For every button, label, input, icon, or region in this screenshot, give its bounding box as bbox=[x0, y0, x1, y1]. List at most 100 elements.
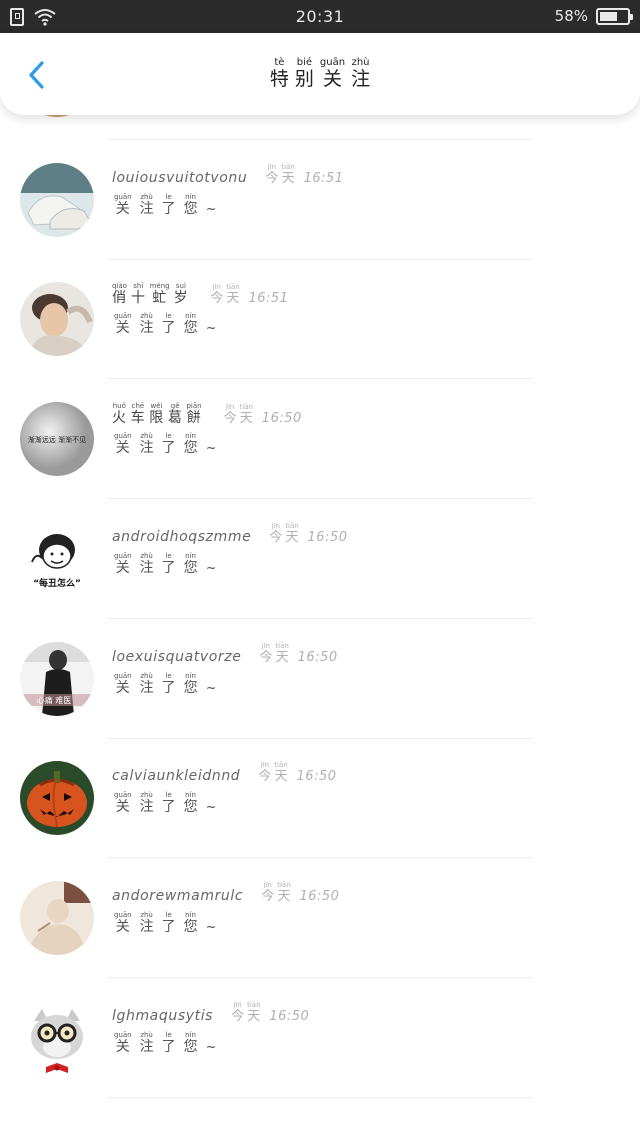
today-char: 天tiān bbox=[239, 403, 253, 426]
list-item[interactable]: louiousvuitotvonu 今jīn天tiān 16:51 关guān 注zhù… bbox=[0, 149, 640, 269]
name-line: loexuisquatvorze 今jīn天tiān 16:50 bbox=[112, 642, 338, 665]
username-char: 车chē bbox=[130, 402, 146, 426]
username[interactable]: 火huǒ车chē限wěi葛gě餅piān bbox=[112, 402, 206, 427]
today-char: 今jīn bbox=[269, 522, 283, 545]
notice-char: 关guān bbox=[114, 911, 132, 935]
tilde: ~ bbox=[205, 800, 217, 815]
list-item[interactable]: lghmaqusytis 今jīn天tiān 16:50 关guān 注zhù 了le 您n… bbox=[0, 987, 640, 1107]
notice-char: 您nín bbox=[183, 672, 198, 696]
time-value: 16:50 bbox=[269, 1009, 310, 1024]
notice-char: 注zhù bbox=[139, 312, 154, 336]
timestamp: 今jīn天tiān 16:51 bbox=[265, 163, 343, 186]
tilde: ~ bbox=[205, 1040, 217, 1055]
page-title: 特tè别bié关guān注zhù bbox=[0, 57, 640, 91]
title-char: 注zhù bbox=[351, 57, 371, 90]
timestamp: 今jīn天tiān 16:51 bbox=[210, 283, 288, 306]
divider bbox=[108, 378, 532, 379]
timestamp: 今jīn天tiān 16:50 bbox=[259, 642, 337, 665]
divider bbox=[108, 1097, 532, 1098]
today-char: 今jīn bbox=[210, 283, 224, 306]
time-value: 16:51 bbox=[248, 291, 289, 306]
tilde: ~ bbox=[205, 202, 217, 217]
username[interactable]: louiousvuitotvonu bbox=[112, 170, 247, 186]
avatar[interactable]: 渐渐远远 渐渐不见 bbox=[20, 402, 94, 476]
svg-text:渐渐远远 渐渐不见: 渐渐远远 渐渐不见 bbox=[28, 435, 86, 444]
avatar[interactable]: 心痛 难医 bbox=[20, 642, 94, 716]
today-char: 天tiān bbox=[275, 642, 289, 665]
notice-char: 注zhù bbox=[139, 911, 154, 935]
notice-char: 您nín bbox=[183, 312, 198, 336]
time-value: 16:50 bbox=[299, 889, 340, 904]
username-char: 十shí bbox=[130, 282, 146, 306]
username-char: 俏qiào bbox=[112, 282, 127, 306]
tilde: ~ bbox=[205, 681, 217, 696]
notice-char: 您nín bbox=[183, 911, 198, 935]
notice-char: 关guān bbox=[114, 791, 132, 815]
notice-char: 注zhù bbox=[139, 672, 154, 696]
notice-char: 关guān bbox=[114, 432, 132, 456]
title-char: 别bié bbox=[294, 57, 314, 90]
list-item[interactable]: andorewmamrulc 今jīn天tiān 16:50 关guān 注zhù 了le… bbox=[0, 867, 640, 987]
follow-notice: 关guān 注zhù 了le 您nín ~ bbox=[114, 193, 217, 218]
list-item[interactable]: 心痛 难医 loexuisquatvorze 今jīn天tiān 16:50 关guān… bbox=[0, 628, 640, 748]
avatar[interactable] bbox=[20, 761, 94, 835]
name-line: 俏qiào十shí虻méng岁suì 今jīn天tiān 16:51 bbox=[112, 282, 288, 307]
notice-char: 注zhù bbox=[139, 193, 154, 217]
notice-char: 您nín bbox=[183, 552, 198, 576]
svg-text:心痛 难医: 心痛 难医 bbox=[37, 695, 72, 705]
avatar[interactable]: “每丑怎么” bbox=[20, 522, 94, 596]
notice-char: 了le bbox=[161, 432, 176, 456]
username[interactable]: calviaunkleidnnd bbox=[112, 768, 240, 784]
list-item[interactable]: calviaunkleidnnd 今jīn天tiān 16:50 关guān 注zhù 了… bbox=[0, 747, 640, 867]
username[interactable]: 俏qiào十shí虻méng岁suì bbox=[112, 282, 192, 307]
divider bbox=[108, 139, 532, 140]
today-char: 天tiān bbox=[247, 1001, 261, 1024]
name-line: 火huǒ车chē限wěi葛gě餅piān 今jīn天tiān 16:50 bbox=[112, 402, 302, 427]
name-line: louiousvuitotvonu 今jīn天tiān 16:51 bbox=[112, 163, 344, 186]
tilde: ~ bbox=[205, 561, 217, 576]
username[interactable]: andorewmamrulc bbox=[112, 888, 243, 904]
today-char: 今jīn bbox=[259, 642, 273, 665]
notice-char: 了le bbox=[161, 672, 176, 696]
time-value: 16:51 bbox=[303, 171, 344, 186]
avatar[interactable] bbox=[20, 1001, 94, 1075]
notice-char: 了le bbox=[161, 312, 176, 336]
notice-char: 了le bbox=[161, 911, 176, 935]
name-line: androidhoqszmme 今jīn天tiān 16:50 bbox=[112, 522, 348, 545]
username[interactable]: androidhoqszmme bbox=[112, 529, 251, 545]
avatar[interactable] bbox=[20, 881, 94, 955]
tilde: ~ bbox=[205, 920, 217, 935]
follow-notice: 关guān 注zhù 了le 您nín ~ bbox=[114, 791, 217, 816]
notice-char: 关guān bbox=[114, 193, 132, 217]
name-line: lghmaqusytis 今jīn天tiān 16:50 bbox=[112, 1001, 309, 1024]
username[interactable]: loexuisquatvorze bbox=[112, 649, 241, 665]
list-item[interactable]: 俏qiào十shí虻méng岁suì 今jīn天tiān 16:51 关guān 注zh… bbox=[0, 268, 640, 388]
avatar[interactable] bbox=[20, 282, 94, 356]
divider bbox=[108, 857, 532, 858]
divider bbox=[108, 738, 532, 739]
today-char: 天tiān bbox=[285, 522, 299, 545]
today-char: 今jīn bbox=[231, 1001, 245, 1024]
timestamp: 今jīn天tiān 16:50 bbox=[231, 1001, 309, 1024]
today-char: 今jīn bbox=[265, 163, 279, 186]
notice-char: 关guān bbox=[114, 312, 132, 336]
avatar[interactable] bbox=[20, 163, 94, 237]
svg-text:“每丑怎么”: “每丑怎么” bbox=[33, 577, 81, 589]
username-char: 虻méng bbox=[149, 282, 170, 306]
notice-char: 您nín bbox=[183, 1031, 198, 1055]
follow-notice: 关guān 注zhù 了le 您nín ~ bbox=[114, 1031, 217, 1056]
username-char: 限wěi bbox=[149, 402, 164, 426]
notice-char: 您nín bbox=[183, 432, 198, 456]
divider bbox=[108, 977, 532, 978]
list-item[interactable]: 渐渐远远 渐渐不见 火huǒ车chē限wěi葛gě餅piān 今jīn天tiān 16… bbox=[0, 388, 640, 508]
battery-level bbox=[600, 12, 618, 21]
username-char: 岁suì bbox=[173, 282, 189, 306]
timestamp: 今jīn天tiān 16:50 bbox=[224, 403, 302, 426]
username[interactable]: lghmaqusytis bbox=[112, 1008, 213, 1024]
list-item[interactable]: “每丑怎么” androidhoqszmme 今jīn天tiān 16:50 关guān… bbox=[0, 508, 640, 628]
username-char: 餅piān bbox=[186, 402, 202, 426]
name-line: calviaunkleidnnd 今jīn天tiān 16:50 bbox=[112, 761, 337, 784]
username-char: 葛gě bbox=[167, 402, 183, 426]
follow-notice: 关guān 注zhù 了le 您nín ~ bbox=[114, 432, 217, 457]
time-value: 16:50 bbox=[297, 650, 338, 665]
